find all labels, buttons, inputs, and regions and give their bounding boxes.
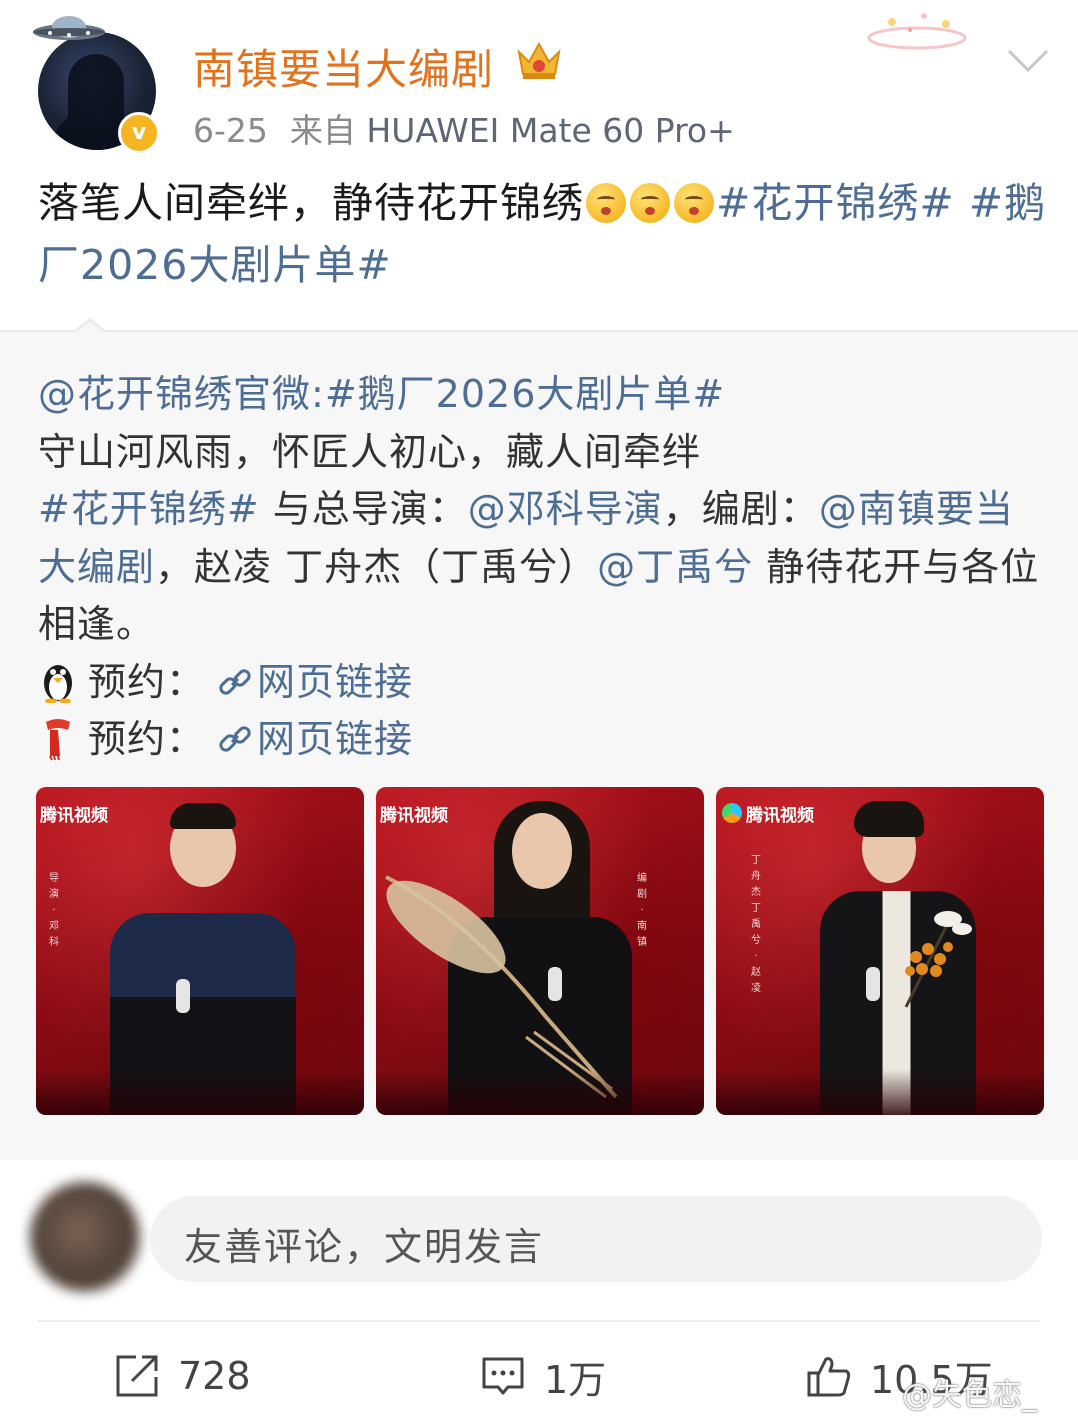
verified-badge-icon: v bbox=[118, 112, 160, 154]
microphone bbox=[548, 967, 562, 1001]
hashtag-drama[interactable]: #花开锦绣# bbox=[38, 487, 260, 531]
photo-writer[interactable]: 腾讯视频 编剧 · 南镇 bbox=[376, 787, 704, 1115]
watermark: @失色恋_ bbox=[902, 1378, 1037, 1413]
commenter-avatar bbox=[30, 1182, 140, 1292]
web-link-2[interactable]: 网页链接 bbox=[257, 717, 413, 761]
author-name[interactable]: 南镇要当大编剧 bbox=[193, 36, 494, 97]
repost-text: @花开锦绣官微:#鹅厂2026大剧片单# 守山河风雨，怀匠人初心，藏人间牵绊 #… bbox=[38, 366, 1048, 769]
post-text-plain: 落笔人间牵绊，静待花开锦绣 bbox=[38, 179, 584, 227]
reserve-label-2: 预约： bbox=[88, 717, 206, 761]
photo-director[interactable]: 腾讯视频 导演 · 邓科 bbox=[36, 787, 364, 1115]
post-meta: 6-25 来自 HUAWEI Mate 60 Pro+ bbox=[193, 104, 735, 152]
ufo-icon bbox=[33, 16, 105, 40]
thumbs-up-icon bbox=[807, 1357, 851, 1397]
repost-count: 728 bbox=[178, 1354, 251, 1398]
repost-button[interactable]: 728 bbox=[114, 1348, 251, 1404]
mention-official-account[interactable]: @花开锦绣官微 bbox=[38, 372, 311, 416]
grimace-emoji-icon bbox=[630, 183, 670, 223]
photo-side-text: 丁舟杰丁禹兮 · 赵凌 bbox=[751, 855, 761, 994]
mention-actor[interactable]: @丁禹兮 bbox=[597, 545, 753, 589]
grimace-emoji-icon bbox=[586, 183, 626, 223]
microphone bbox=[176, 979, 190, 1013]
comment-icon bbox=[482, 1357, 524, 1395]
flower-bouquet-icon bbox=[904, 911, 972, 1008]
grimace-emoji-icon bbox=[674, 183, 714, 223]
photo-brand-label: 腾讯视频 bbox=[380, 806, 448, 826]
device-name[interactable]: HUAWEI Mate 60 Pro+ bbox=[366, 111, 734, 150]
repost-text-a: 与总导演： bbox=[259, 487, 468, 531]
repost-icon bbox=[116, 1355, 158, 1397]
comment-count: 1万 bbox=[544, 1357, 607, 1402]
post-text: 落笔人间牵绊，静待花开锦绣 #花开锦绣# #鹅厂2026大剧片单# bbox=[38, 172, 1048, 296]
web-link-1[interactable]: 网页链接 bbox=[257, 660, 413, 704]
chevron-down-icon[interactable] bbox=[1006, 48, 1050, 74]
photo-actor[interactable]: 腾讯视频 丁舟杰丁禹兮 · 赵凌 bbox=[716, 787, 1044, 1115]
comment-placeholder: 友善评论，文明发言 bbox=[184, 1225, 545, 1269]
sparkle-decoration-icon bbox=[867, 13, 967, 50]
mention-director[interactable]: @邓科导演 bbox=[468, 487, 663, 531]
penguin-icon bbox=[44, 664, 72, 703]
repost-line-2: 守山河风雨，怀匠人初心，藏人间牵绊 bbox=[38, 429, 702, 474]
source-prefix: 来自 bbox=[289, 111, 356, 150]
photo-brand-label: 腾讯视频 bbox=[746, 806, 814, 826]
photo-brand-label: 腾讯视频 bbox=[40, 806, 108, 826]
repost-text-c: ，赵凌 丁舟杰（丁禹兮） bbox=[155, 544, 598, 589]
tencent-video-logo-icon bbox=[722, 803, 742, 823]
divider bbox=[38, 1320, 1040, 1322]
photo-side-text: 编剧 · 南镇 bbox=[637, 873, 647, 948]
link-icon bbox=[219, 726, 251, 752]
reserve-label-1: 预约： bbox=[88, 659, 206, 704]
microphone bbox=[866, 967, 880, 1001]
hashtag-slate[interactable]: :#鹅厂2026大剧片单# bbox=[311, 372, 725, 416]
repost-notch-inner bbox=[74, 322, 106, 334]
link-icon bbox=[219, 668, 251, 695]
post-date: 6-25 bbox=[193, 111, 268, 150]
photo-side-text: 导演 · 邓科 bbox=[49, 873, 59, 948]
scarf-icon bbox=[46, 719, 70, 760]
repost-text-b: ，编剧： bbox=[662, 487, 819, 531]
comment-button[interactable]: 1万 bbox=[480, 1348, 606, 1404]
crown-icon bbox=[517, 41, 561, 79]
